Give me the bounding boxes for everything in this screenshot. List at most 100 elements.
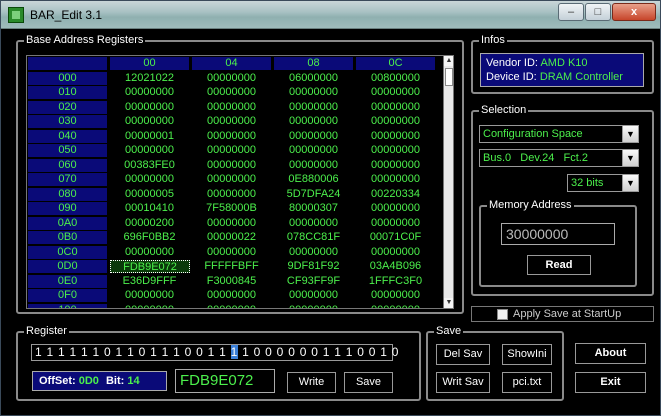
register-cell[interactable]: 00000000 [356,115,436,128]
register-cell[interactable]: 00000200 [110,216,190,230]
register-cell[interactable]: 00000000 [110,100,190,114]
chevron-down-icon[interactable]: ▼ [622,150,638,166]
chevron-down-icon[interactable]: ▼ [622,126,638,142]
exit-button[interactable]: Exit [575,372,646,393]
register-cell[interactable]: 00000000 [110,245,190,259]
hex-value-input[interactable]: FDB9E072 [175,369,275,393]
register-cell[interactable]: 00000000 [274,245,354,259]
memory-address-input[interactable]: 30000000 [501,223,615,245]
writ-sav-button[interactable]: Writ Sav [436,372,490,393]
register-cell[interactable]: 00000005 [110,187,190,201]
register-cell[interactable]: 00383FE0 [110,158,190,172]
register-cell[interactable]: 0E880006 [274,173,354,186]
register-cell[interactable]: 80000307 [274,202,354,215]
register-cell[interactable]: F3000845 [192,274,272,288]
register-cell[interactable]: CF93FF9F [274,274,354,288]
register-cell[interactable]: 00000000 [274,86,354,99]
register-cell[interactable]: 00000000 [274,216,354,230]
bus-select[interactable]: Bus.0 Dev.24 Fct.2 ▼ [479,149,639,167]
register-cell[interactable]: 00000000 [274,115,354,128]
register-cell[interactable]: 078CC81F [274,231,354,244]
about-button[interactable]: About [575,343,646,364]
register-cell[interactable]: 00000000 [192,144,272,157]
register-cell[interactable]: 00000000 [192,129,272,143]
register-cell[interactable]: 00000000 [110,303,190,308]
register-cell[interactable]: 00000000 [192,158,272,172]
register-cell[interactable]: 00000000 [110,86,190,99]
register-cell[interactable]: 00000022 [192,231,272,244]
bits-before[interactable]: 1 1 1 1 1 1 0 1 1 0 1 1 1 0 0 1 1 [35,345,231,359]
register-cell[interactable]: 00000000 [356,158,436,172]
register-cell[interactable]: 00000000 [192,86,272,99]
register-cell[interactable]: 00000000 [192,100,272,114]
register-cell[interactable]: 00000000 [274,144,354,157]
pci-txt-button[interactable]: pci.txt [502,372,552,393]
apply-save-checkbox[interactable] [497,309,508,320]
register-cell[interactable]: 00071C0F [356,231,436,244]
register-cell[interactable]: 06000000 [274,71,354,85]
register-cell[interactable]: 00000000 [192,289,272,302]
register-cell[interactable]: 00000000 [110,115,190,128]
register-cell[interactable]: 00000000 [356,173,436,186]
register-cell[interactable]: 00000000 [356,129,436,143]
chevron-down-icon[interactable]: ▼ [622,175,638,191]
register-cell[interactable]: 00000000 [192,173,272,186]
scroll-thumb[interactable] [445,68,453,86]
register-cell[interactable]: 00000000 [356,216,436,230]
del-sav-button[interactable]: Del Sav [436,344,490,365]
register-cell[interactable]: 00800000 [356,71,436,85]
register-cell[interactable]: 00000000 [192,71,272,85]
register-cell[interactable]: 00000000 [356,303,436,308]
register-cell[interactable]: 5D7DFA24 [274,187,354,201]
register-cell[interactable]: 00000000 [110,173,190,186]
register-cell[interactable]: 12021022 [110,71,190,85]
register-cell[interactable]: 00000000 [356,289,436,302]
register-cell[interactable]: 00000000 [192,245,272,259]
register-cell[interactable]: 00000000 [274,129,354,143]
register-cell[interactable]: 00220334 [356,187,436,201]
title-bar[interactable]: BAR_Edit 3.1 – □ x [1,1,660,29]
register-cell[interactable]: 00000000 [192,216,272,230]
register-cell[interactable]: 00000000 [274,100,354,114]
space-select[interactable]: Configuration Space ▼ [479,125,639,143]
scroll-down-icon[interactable]: ▼ [444,298,453,308]
register-cell[interactable]: 696F0BB2 [110,231,190,244]
register-cell[interactable]: 00010410 [110,202,190,215]
register-cell[interactable]: 00000000 [192,115,272,128]
close-button[interactable]: x [612,3,656,21]
register-cell[interactable]: 00000000 [110,289,190,302]
register-cell[interactable]: 00000000 [356,245,436,259]
maximize-button[interactable]: □ [585,3,611,21]
register-cell[interactable]: 00000000 [274,303,354,308]
register-cell[interactable]: 00000001 [110,129,190,143]
write-button[interactable]: Write [287,372,336,393]
save-button[interactable]: Save [344,372,393,393]
register-cell[interactable]: 00000000 [356,100,436,114]
bits-after[interactable]: 1 0 0 0 0 0 0 1 1 1 0 0 1 0 [238,345,399,359]
register-cell[interactable]: E36D9FFF [110,274,190,288]
show-ini-button[interactable]: ShowIni [502,344,552,365]
register-cell[interactable]: 00000000 [356,86,436,99]
register-cell[interactable]: 00000000 [356,202,436,215]
register-cell[interactable]: 00000000 [192,187,272,201]
register-cell[interactable]: 00000000 [274,158,354,172]
register-cell[interactable]: 00000000 [110,144,190,157]
bit-selected[interactable]: 1 [230,345,239,359]
register-cell[interactable]: 7F58000B [192,202,272,215]
apply-save-checkbox-row[interactable]: Apply Save at StartUp [471,306,654,322]
register-cell[interactable]: 00000000 [356,144,436,157]
minimize-button[interactable]: – [558,3,584,21]
row-address: 020 [28,100,108,114]
width-select[interactable]: 32 bits ▼ [567,174,639,192]
register-cell[interactable]: 9DF81F92 [274,260,354,273]
register-table[interactable]: ▲ ▼ 00 04 08 0C 000 12021022 00000000 06000000 0… [26,55,454,309]
register-cell[interactable]: FDB9E072 [110,260,190,273]
register-cell[interactable]: 00000000 [192,303,272,308]
bits-field[interactable]: 1 1 1 1 1 1 0 1 1 0 1 1 1 0 0 1 1 1 1 0 … [31,344,398,361]
register-cell[interactable]: 03A4B096 [356,260,436,273]
register-cell[interactable]: 00000000 [274,289,354,302]
register-cell[interactable]: 1FFFC3F0 [356,274,436,288]
read-button[interactable]: Read [527,255,591,275]
register-cell[interactable]: FFFFFBFF [192,260,272,273]
scroll-up-icon[interactable]: ▲ [444,56,453,66]
